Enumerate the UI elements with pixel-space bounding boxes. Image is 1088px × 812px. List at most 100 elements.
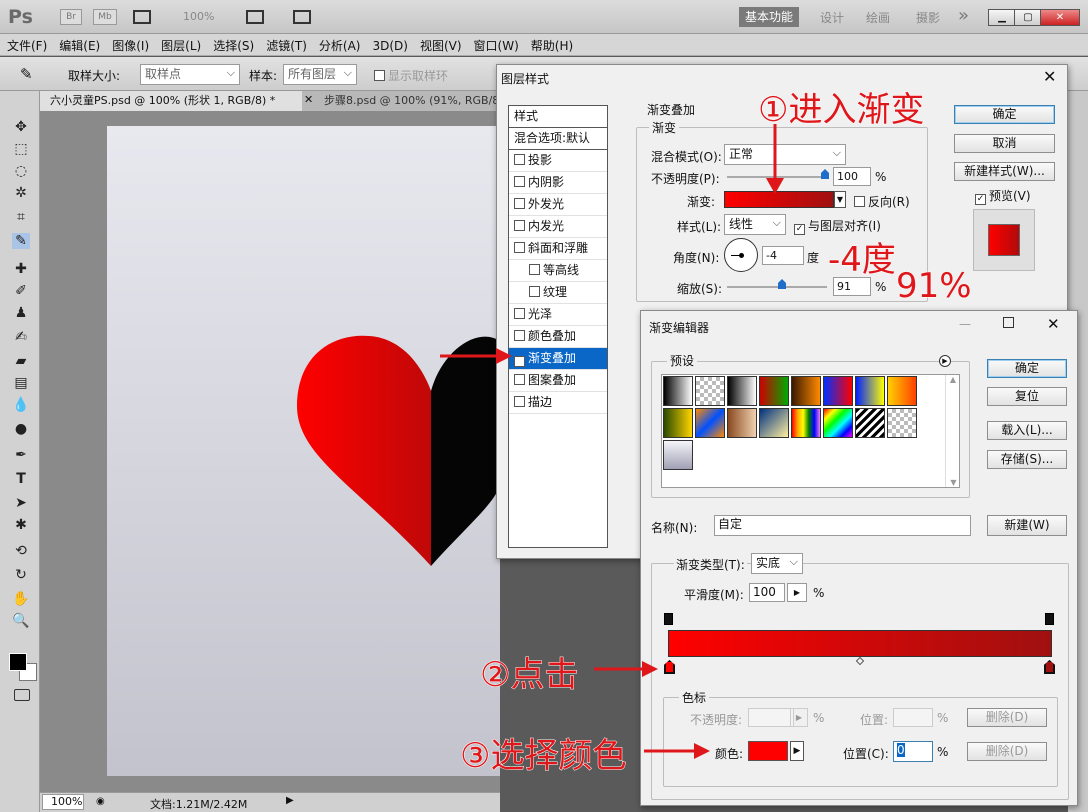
more-workspaces-icon[interactable]: » bbox=[958, 5, 969, 26]
ge-maximize-icon[interactable] bbox=[1003, 317, 1014, 328]
reverse-box[interactable] bbox=[854, 196, 865, 207]
crop-tool-icon[interactable]: ⌗ bbox=[12, 209, 30, 225]
foreground-color-swatch[interactable] bbox=[9, 653, 27, 671]
show-ring-checkbox[interactable]: 显示取样环 bbox=[374, 67, 448, 84]
ge-close-icon[interactable]: ✕ bbox=[1047, 315, 1060, 333]
tab-doc-1-close[interactable]: ✕ bbox=[304, 93, 313, 106]
scale-slider[interactable] bbox=[727, 286, 827, 288]
delete-opacity-stop-button[interactable]: 删除(D) bbox=[967, 708, 1047, 727]
preset-swatch[interactable] bbox=[727, 408, 757, 438]
style-item-0[interactable]: 投影 bbox=[509, 150, 607, 172]
status-arrow-icon[interactable]: ▶ bbox=[286, 795, 294, 806]
style-item-checkbox[interactable] bbox=[514, 220, 525, 231]
preset-swatch[interactable] bbox=[823, 376, 853, 406]
screen-mode-icon[interactable] bbox=[133, 10, 151, 24]
style-item-5[interactable]: 等高线 bbox=[509, 260, 607, 282]
3d-rotate-icon[interactable]: ⟲ bbox=[12, 543, 30, 559]
path-select-icon[interactable]: ➤ bbox=[12, 495, 30, 511]
smoothness-arrow-icon[interactable]: ▶ bbox=[787, 583, 807, 602]
angle-dial[interactable] bbox=[724, 238, 758, 272]
eraser-tool-icon[interactable]: ▰ bbox=[12, 353, 30, 369]
workspace-design[interactable]: 设计 bbox=[820, 9, 844, 26]
load-gradient-button[interactable]: 载入(L)... bbox=[987, 421, 1067, 440]
close-icon[interactable]: ✕ bbox=[1040, 9, 1080, 26]
preset-swatch[interactable] bbox=[855, 408, 885, 438]
stamp-tool-icon[interactable]: ♟ bbox=[12, 305, 30, 321]
gradient-dropdown-icon[interactable]: ▼ bbox=[834, 191, 846, 208]
status-zoom[interactable]: 100% bbox=[42, 794, 84, 810]
preview-box[interactable]: ✓ bbox=[975, 194, 986, 205]
style-item-checkbox[interactable] bbox=[514, 154, 525, 165]
gradient-editor-reset-button[interactable]: 复位 bbox=[987, 387, 1067, 406]
preset-swatch[interactable] bbox=[759, 376, 789, 406]
preset-swatch[interactable] bbox=[791, 408, 821, 438]
menu-window[interactable]: 窗口(W) bbox=[467, 34, 524, 54]
menu-edit[interactable]: 编辑(E) bbox=[52, 34, 105, 54]
menu-view[interactable]: 视图(V) bbox=[413, 34, 467, 54]
minimize-icon[interactable]: ▁ bbox=[988, 9, 1016, 26]
preset-swatch[interactable] bbox=[695, 376, 725, 406]
menu-layer[interactable]: 图层(L) bbox=[154, 34, 206, 54]
blur-tool-icon[interactable]: 💧 bbox=[12, 397, 30, 413]
style-item-11[interactable]: 描边 bbox=[509, 392, 607, 414]
style-item-9[interactable]: ✓ 渐变叠加 bbox=[509, 348, 607, 370]
menu-image[interactable]: 图像(I) bbox=[105, 34, 154, 54]
preset-swatch[interactable] bbox=[663, 408, 693, 438]
style-item-checkbox[interactable]: ✓ bbox=[514, 356, 525, 367]
workspace-photo[interactable]: 摄影 bbox=[916, 9, 940, 26]
style-item-checkbox[interactable] bbox=[514, 176, 525, 187]
preset-swatch[interactable] bbox=[663, 440, 693, 470]
pen-tool-icon[interactable]: ✒ bbox=[12, 447, 30, 463]
hand-tool-icon[interactable]: ✋ bbox=[12, 591, 30, 607]
document-canvas[interactable] bbox=[107, 126, 500, 776]
menu-filter[interactable]: 滤镜(T) bbox=[259, 34, 312, 54]
type-tool-icon[interactable]: T bbox=[12, 471, 30, 487]
gradient-bar[interactable] bbox=[668, 630, 1052, 657]
quick-mask-icon[interactable] bbox=[14, 689, 30, 701]
menu-3d[interactable]: 3D(D) bbox=[365, 36, 412, 53]
preset-swatch[interactable] bbox=[823, 408, 853, 438]
stop-location-input[interactable] bbox=[893, 708, 933, 727]
style-item-checkbox[interactable] bbox=[514, 396, 525, 407]
name-input[interactable]: 自定 bbox=[714, 515, 971, 536]
sample-select[interactable]: 所有图层 bbox=[283, 64, 357, 85]
preset-swatch[interactable] bbox=[887, 408, 917, 438]
layer-style-close-icon[interactable]: ✕ bbox=[1043, 67, 1056, 86]
preset-swatch[interactable] bbox=[791, 376, 821, 406]
stop-opacity-arrow-icon[interactable]: ▶ bbox=[790, 708, 808, 727]
preset-swatch[interactable] bbox=[759, 408, 789, 438]
menu-file[interactable]: 文件(F) bbox=[0, 34, 52, 54]
history-brush-icon[interactable]: ✍ bbox=[12, 329, 30, 345]
smoothness-input[interactable]: 100 bbox=[749, 583, 785, 602]
opacity-stop-left[interactable] bbox=[664, 613, 673, 625]
opacity-input[interactable]: 100 bbox=[833, 167, 871, 186]
new-style-button[interactable]: 新建样式(W)... bbox=[954, 162, 1055, 181]
workspace-basic[interactable]: 基本功能 bbox=[739, 7, 799, 27]
bridge-button[interactable]: Br bbox=[60, 9, 82, 25]
maximize-icon[interactable]: ▢ bbox=[1014, 9, 1042, 26]
style-item-checkbox[interactable] bbox=[514, 198, 525, 209]
stop-opacity-input[interactable] bbox=[748, 708, 794, 727]
style-item-checkbox[interactable] bbox=[514, 374, 525, 385]
style-select[interactable]: 线性 bbox=[724, 214, 786, 235]
preview-checkbox[interactable]: ✓ 预览(V) bbox=[975, 187, 1031, 205]
align-box[interactable]: ✓ bbox=[794, 224, 805, 235]
angle-input[interactable]: -4 bbox=[762, 246, 804, 265]
menu-help[interactable]: 帮助(H) bbox=[524, 34, 578, 54]
stop-color-swatch[interactable] bbox=[748, 741, 788, 761]
minibridge-button[interactable]: Mb bbox=[93, 9, 117, 25]
opacity-stop-right[interactable] bbox=[1045, 613, 1054, 625]
lasso-tool-icon[interactable]: ◌ bbox=[12, 163, 30, 179]
presets-scrollbar[interactable]: ▲ ▼ bbox=[945, 375, 960, 487]
style-item-checkbox[interactable] bbox=[514, 308, 525, 319]
3d-orbit-icon[interactable]: ↻ bbox=[12, 567, 30, 583]
presets-menu-icon[interactable]: ▶ bbox=[939, 355, 951, 367]
dodge-tool-icon[interactable]: ● bbox=[12, 421, 30, 437]
marquee-tool-icon[interactable]: ⬚ bbox=[12, 141, 30, 157]
preset-swatch[interactable] bbox=[887, 376, 917, 406]
frame-icon[interactable] bbox=[293, 10, 311, 24]
preset-swatch[interactable] bbox=[855, 376, 885, 406]
style-item-10[interactable]: 图案叠加 bbox=[509, 370, 607, 392]
arrange-icon[interactable] bbox=[246, 10, 264, 24]
gradient-type-select[interactable]: 实底 bbox=[751, 553, 803, 574]
